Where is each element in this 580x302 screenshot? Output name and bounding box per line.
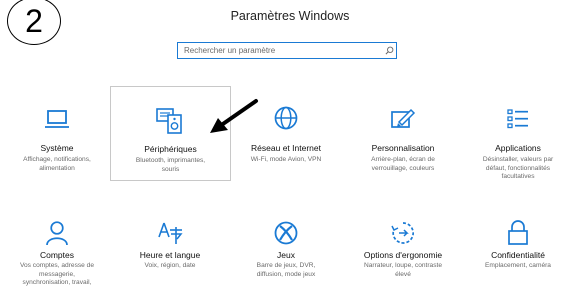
tile-label: Réseau et Internet — [251, 143, 321, 153]
apps-list-icon — [458, 107, 578, 131]
annotation-arrow-icon — [210, 99, 258, 133]
tile-description: Vos comptes, adresse de messagerie, sync… — [19, 262, 95, 287]
tile-jeux[interactable]: Jeux Barre de jeux, DVR, diffusion, mode… — [226, 212, 346, 302]
tile-ergonomie[interactable]: Options d'ergonomie Narrateur, loupe, co… — [343, 212, 463, 302]
tile-label: Périphériques — [144, 144, 197, 154]
tile-description: Affichage, notifications, alimentation — [23, 156, 91, 172]
tile-comptes[interactable]: Comptes Vos comptes, adresse de messager… — [0, 212, 127, 302]
tile-label: Jeux — [277, 250, 295, 260]
tile-description: Désinstaller, valeurs par défaut, foncti… — [482, 156, 554, 181]
tile-label: Options d'ergonomie — [363, 250, 443, 260]
tile-heure-langue[interactable]: Heure et langue Voix, région, date — [110, 212, 230, 302]
tile-systeme[interactable]: Système Affichage, notifications, alimen… — [0, 86, 117, 181]
search-box[interactable] — [177, 42, 397, 59]
search-icon[interactable] — [382, 46, 396, 55]
tile-description: Arrière-plan, écran de verrouillage, cou… — [371, 156, 435, 172]
lock-icon — [458, 220, 578, 246]
laptop-icon — [0, 108, 117, 130]
tile-description: Emplacement, caméra — [485, 262, 551, 269]
tile-description: Barre de jeux, DVR, diffusion, mode jeux — [256, 262, 316, 278]
tile-description: Narrateur, loupe, contraste élevé — [363, 262, 443, 278]
ease-of-access-icon — [343, 220, 463, 246]
tile-label: Système — [40, 143, 74, 153]
tile-description: Bluetooth, imprimantes, souris — [135, 157, 206, 173]
tile-label: Comptes — [39, 250, 74, 260]
tile-label: Applications — [495, 143, 541, 153]
search-input[interactable] — [178, 43, 382, 58]
tile-description: Voix, région, date — [144, 262, 196, 269]
xbox-icon — [226, 220, 346, 246]
tile-personnalisation[interactable]: Personnalisation Arrière-plan, écran de … — [343, 86, 463, 181]
tile-confidentialite[interactable]: Confidentialité Emplacement, caméra — [458, 212, 578, 302]
paint-icon — [343, 107, 463, 131]
person-icon — [0, 220, 127, 246]
tile-applications[interactable]: Applications Désinstaller, valeurs par d… — [458, 86, 578, 181]
time-language-icon — [110, 220, 230, 246]
tile-label: Personnalisation — [371, 143, 435, 153]
page-title: Paramètres Windows — [230, 9, 350, 23]
tile-label: Heure et langue — [139, 250, 201, 260]
tile-description: Wi-Fi, mode Avion, VPN — [250, 156, 322, 163]
tile-label: Confidentialité — [491, 250, 545, 260]
